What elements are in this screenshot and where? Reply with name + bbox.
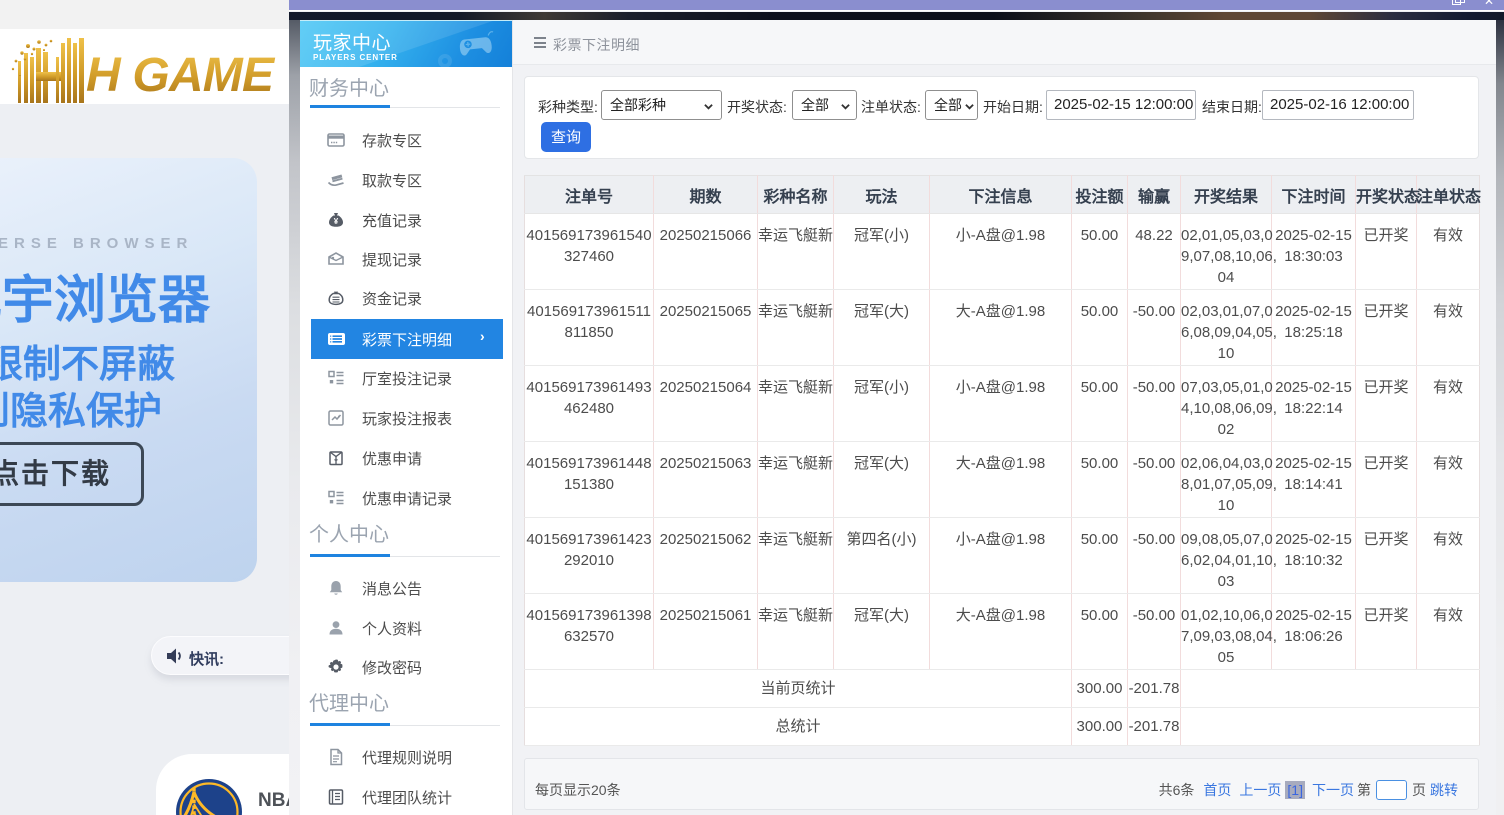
svg-text:¥: ¥ <box>334 217 339 226</box>
svg-text:H GAME: H GAME <box>86 49 276 102</box>
